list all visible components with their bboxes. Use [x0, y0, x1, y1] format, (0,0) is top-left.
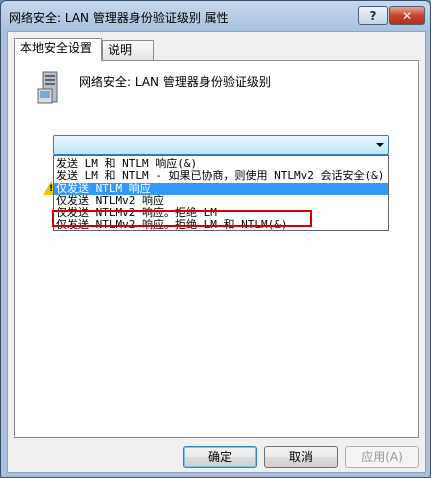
- policy-title: 网络安全: LAN 管理器身份验证级别: [79, 75, 271, 89]
- server-icon: [37, 71, 58, 104]
- dropdown-option[interactable]: 发送 LM 和 NTLM 响应(&): [54, 158, 388, 170]
- dropdown-option-selected[interactable]: 仅发送 NTLM 响应: [54, 183, 388, 195]
- dialog-buttons: 确定 取消 应用(A): [8, 442, 425, 468]
- properties-window: 网络安全: LAN 管理器身份验证级别 属性 ? ✕ 本地安全设置 说明 网络安…: [0, 0, 431, 478]
- auth-level-combobox[interactable]: [53, 135, 389, 155]
- close-button[interactable]: ✕: [389, 6, 425, 25]
- settings-panel: 网络安全: LAN 管理器身份验证级别 ! 发送 LM 和 NTLM 响应(&)…: [14, 60, 419, 438]
- tab-local-security-setting[interactable]: 本地安全设置: [14, 38, 102, 61]
- tab-explain[interactable]: 说明: [102, 40, 154, 60]
- help-button[interactable]: ?: [358, 6, 388, 25]
- apply-button[interactable]: 应用(A): [345, 446, 419, 468]
- chevron-down-icon[interactable]: [376, 143, 384, 147]
- window-title: 网络安全: LAN 管理器身份验证级别 属性: [9, 11, 229, 25]
- dropdown-option[interactable]: 发送 LM 和 NTLM - 如果已协商，则使用 NTLMv2 会话安全(&): [54, 170, 388, 182]
- dropdown-option[interactable]: 仅发送 NTLMv2 响应: [54, 195, 388, 207]
- title-bar[interactable]: 网络安全: LAN 管理器身份验证级别 属性 ? ✕: [1, 1, 430, 31]
- annotation-highlight-box: [52, 210, 312, 227]
- dialog-client: 本地安全设置 说明 网络安全: LAN 管理器身份验证级别 ! 发送 LM 和 …: [7, 31, 426, 473]
- ok-button[interactable]: 确定: [183, 446, 257, 468]
- cancel-button[interactable]: 取消: [264, 446, 338, 468]
